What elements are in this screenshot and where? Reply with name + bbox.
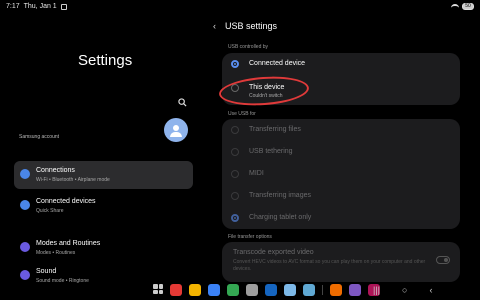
app-icon[interactable] [170,284,182,296]
samsung-account-label[interactable]: Samsung account [19,134,59,140]
option-usb-tethering[interactable]: USB tethering [222,141,460,163]
settings-title: Settings [78,52,133,69]
option-label: USB tethering [249,148,293,155]
option-transferring-images[interactable]: Transferring images [222,185,460,207]
devices-icon [20,200,30,210]
option-label: Transferring files [249,126,301,133]
app-drawer-icon[interactable] [153,284,163,294]
back-icon[interactable]: ‹ [213,21,216,31]
use-usb-for-card: Transferring files USB tethering MIDI Tr… [222,119,460,229]
transcode-title: Transcode exported video [233,249,314,256]
taskbar-apps [153,284,380,296]
wifi-icon [20,169,30,179]
nav-title: Modes and Routines [36,240,101,247]
avatar-body-icon [170,132,182,137]
nav-title: Connections [36,167,75,174]
usb-settings-panel: ‹ USB settings USB controlled by Connect… [206,16,480,286]
option-midi[interactable]: MIDI [222,163,460,185]
nav-subtitle: Wi-Fi • Bluetooth • Airplane mode [36,177,110,183]
radio-selected-icon[interactable] [231,214,239,222]
transcode-row[interactable]: Transcode exported video Convert HEVC vi… [222,242,460,282]
settings-panel: Settings Samsung account Connections Wi-… [0,16,200,286]
radio-icon[interactable] [231,148,239,156]
sidebar-item-connected-devices[interactable]: Connected devices Quick Share [14,192,193,220]
sidebar-item-modes-routines[interactable]: Modes and Routines Modes • Routines [14,234,193,262]
option-charging-tablet-only[interactable]: Charging tablet only [222,207,460,229]
status-time: 7:17 [6,3,20,10]
transcode-description: Convert HEVC videos to AVC format so you… [233,259,426,272]
section-label-controlled-by: USB controlled by [228,44,269,50]
transcode-toggle[interactable] [436,256,450,264]
transcode-card: Transcode exported video Convert HEVC vi… [222,242,460,282]
recents-button[interactable]: ||| [373,285,380,295]
app-icon[interactable] [303,284,315,296]
option-label: Connected device [249,60,306,67]
search-icon[interactable] [178,98,187,107]
app-icon[interactable] [349,284,361,296]
home-button[interactable]: ○ [402,285,407,295]
status-right: 50 [451,3,474,10]
page-title: USB settings [225,21,278,31]
modes-icon [20,242,30,252]
wifi-icon [451,3,459,10]
section-label-use-usb-for: Use USB for [228,111,256,117]
radio-selected-icon[interactable] [231,60,239,68]
app-icon[interactable] [208,284,220,296]
option-connected-device[interactable]: Connected device [222,53,460,75]
notification-icon [60,3,67,10]
option-label: MIDI [249,170,264,177]
nav-title: Sound [36,268,57,275]
sound-icon [20,270,30,280]
taskbar: ||| ○ ‹ [0,282,480,300]
battery-icon: 50 [462,3,474,10]
nav-title: Connected devices [36,198,96,205]
sidebar-item-connections[interactable]: Connections Wi-Fi • Bluetooth • Airplane… [14,161,193,189]
option-transferring-files[interactable]: Transferring files [222,119,460,141]
radio-icon[interactable] [231,192,239,200]
app-icon[interactable] [330,284,342,296]
app-icon[interactable] [265,284,277,296]
option-label: Charging tablet only [249,214,312,221]
navigation-buttons: ||| ○ ‹ [373,285,432,295]
app-icon[interactable] [246,284,258,296]
section-label-file-transfer: File transfer options [228,234,272,240]
status-date: Thu, Jan 1 [23,3,57,10]
back-button[interactable]: ‹ [429,285,432,295]
app-icon[interactable] [227,284,239,296]
app-icon[interactable] [284,284,296,296]
status-left: 7:17 Thu, Jan 1 [6,3,67,10]
status-bar: 7:17 Thu, Jan 1 50 [0,0,480,16]
avatar[interactable] [164,118,188,142]
radio-icon[interactable] [231,126,239,134]
nav-subtitle: Quick Share [36,208,64,214]
avatar-head-icon [173,125,179,131]
app-icon[interactable] [189,284,201,296]
taskbar-divider [322,285,323,295]
nav-subtitle: Modes • Routines [36,250,76,256]
radio-icon[interactable] [231,170,239,178]
option-label: Transferring images [249,192,311,199]
